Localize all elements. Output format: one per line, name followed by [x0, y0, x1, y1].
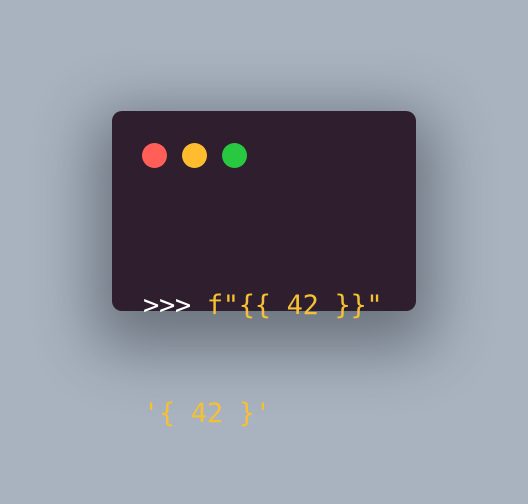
code-expression: f"{{ 42 }}" [206, 290, 383, 321]
window-controls [142, 143, 247, 168]
terminal-output: >>> f"{{ 42 }}" '{ 42 }' [143, 216, 383, 504]
output-line: '{ 42 }' [143, 398, 271, 429]
input-line: >>> f"{{ 42 }}" [143, 288, 383, 324]
zoom-button[interactable] [222, 143, 247, 168]
close-button[interactable] [142, 143, 167, 168]
minimize-button[interactable] [182, 143, 207, 168]
prompt-symbol: >>> [143, 290, 191, 321]
terminal-window: >>> f"{{ 42 }}" '{ 42 }' [112, 111, 416, 429]
